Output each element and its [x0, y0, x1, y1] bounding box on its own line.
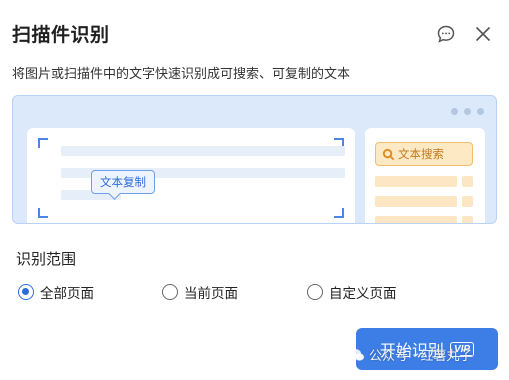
radio-indicator[interactable] [162, 284, 178, 300]
result-line-placeholder [375, 176, 457, 187]
radio-custom-pages[interactable]: 自定义页面 [307, 282, 397, 302]
close-icon[interactable] [473, 24, 493, 44]
feature-illustration: 文本复制 文本搜索 [12, 95, 497, 224]
recognition-range-label: 识别范围 [16, 250, 77, 268]
document-card: 文本复制 [27, 128, 355, 223]
search-icon [382, 148, 395, 160]
scan-recognition-dialog: 扫描件识别 将图片或扫描件中的文字快速识别成可搜索、可复制的文本 文本复制 文本… [0, 0, 509, 380]
vip-badge: VIP [449, 341, 475, 357]
search-text-tag: 文本搜索 [375, 142, 473, 166]
start-recognition-label: 开始识别 [379, 343, 444, 360]
radio-all-pages[interactable]: 全部页面 [18, 282, 94, 302]
search-text-label: 文本搜索 [398, 147, 444, 161]
scan-frame-corner [334, 208, 344, 218]
radio-indicator-checked[interactable] [18, 284, 34, 300]
text-line-placeholder [61, 146, 345, 156]
result-line-placeholder [375, 216, 457, 223]
result-line-placeholder [462, 176, 473, 187]
radio-indicator[interactable] [307, 284, 323, 300]
scan-frame-corner [38, 138, 48, 148]
search-card: 文本搜索 [365, 128, 485, 223]
copy-text-tag: 文本复制 [91, 170, 155, 194]
result-line-placeholder [375, 196, 457, 207]
dialog-title: 扫描件识别 [12, 24, 110, 46]
radio-custom-pages-label: 自定义页面 [329, 286, 397, 302]
scan-frame-corner [38, 208, 48, 218]
result-line-placeholder [462, 196, 473, 207]
radio-current-page-label: 当前页面 [184, 286, 238, 302]
feedback-icon[interactable] [436, 24, 456, 44]
window-dots [451, 108, 484, 115]
start-recognition-button[interactable]: 开始识别 VIP [356, 328, 498, 370]
radio-current-page[interactable]: 当前页面 [162, 282, 238, 302]
result-line-placeholder [462, 216, 473, 223]
dialog-subtitle: 将图片或扫描件中的文字快速识别成可搜索、可复制的文本 [12, 67, 351, 82]
radio-all-pages-label: 全部页面 [40, 286, 94, 302]
